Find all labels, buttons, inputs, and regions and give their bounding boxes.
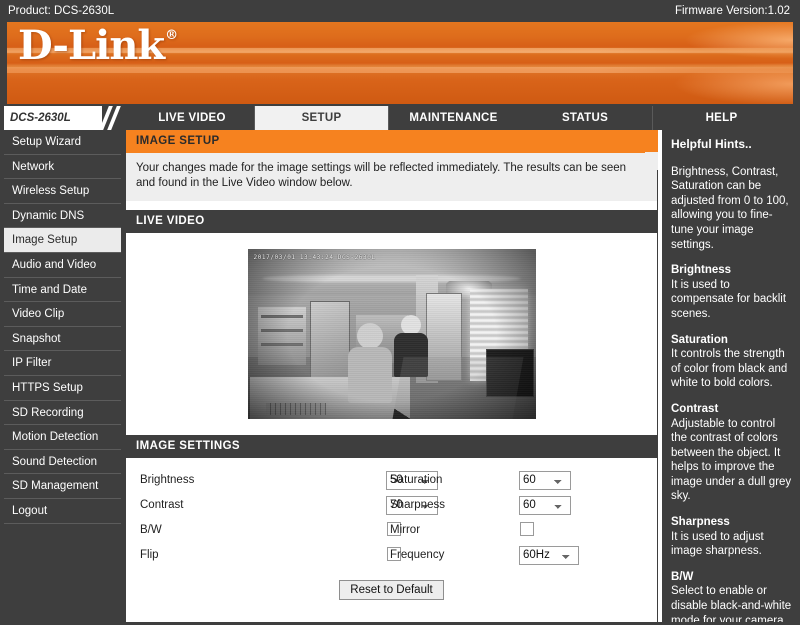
sidebar-item-network[interactable]: Network bbox=[4, 154, 121, 180]
model-badge: DCS-2630L bbox=[4, 106, 102, 130]
hint-contrast-term: Contrast bbox=[671, 402, 719, 415]
banner-flare bbox=[563, 22, 793, 104]
bw-label: B/W bbox=[140, 524, 162, 536]
live-video-stream[interactable]: 2017/03/01 13:43:24 DCS-2630L bbox=[247, 249, 536, 419]
settings-row-flip-frequency: Flip Frequency 60Hz bbox=[126, 545, 657, 570]
flip-label: Flip bbox=[140, 549, 159, 561]
sidebar-item-ip-filter[interactable]: IP Filter bbox=[4, 351, 121, 376]
registered-trademark-icon: ® bbox=[165, 28, 178, 43]
contrast-label: Contrast bbox=[140, 499, 184, 511]
hint-saturation-term: Saturation bbox=[671, 333, 728, 346]
hint-saturation-text: It controls the strength of color from b… bbox=[671, 348, 788, 390]
image-settings-form: Brightness 50 Saturation 60 Contrast 70 … bbox=[126, 458, 657, 600]
hint-saturation: Saturation It controls the strength of c… bbox=[671, 333, 792, 391]
live-video-container: 2017/03/01 13:43:24 DCS-2630L bbox=[126, 233, 657, 435]
sidebar-item-wireless-setup[interactable]: Wireless Setup bbox=[4, 179, 121, 204]
tab-setup[interactable]: SETUP bbox=[255, 106, 388, 130]
slash-decoration-icon bbox=[102, 106, 128, 130]
hints-grey-accent bbox=[645, 152, 658, 170]
hint-contrast: Contrast Adjustable to control the contr… bbox=[671, 402, 792, 504]
firmware-version-label: Firmware Version:1.02 bbox=[674, 5, 790, 17]
sidebar-item-time-and-date[interactable]: Time and Date bbox=[4, 277, 121, 303]
dlink-logo: D-Link® bbox=[18, 22, 178, 69]
main-content-panel: IMAGE SETUP Your changes made for the im… bbox=[126, 130, 657, 622]
saturation-control: 60 bbox=[519, 470, 571, 490]
reset-to-default-button[interactable]: Reset to Default bbox=[339, 580, 444, 600]
sidebar-item-https-setup[interactable]: HTTPS Setup bbox=[4, 375, 121, 401]
sidebar-item-motion-detection[interactable]: Motion Detection bbox=[4, 425, 121, 450]
sidebar-item-image-setup[interactable]: Image Setup bbox=[4, 228, 121, 253]
brightness-label: Brightness bbox=[140, 474, 195, 486]
sidebar-menu: Setup Wizard Network Wireless Setup Dyna… bbox=[4, 130, 121, 622]
video-vignette-overlay bbox=[247, 249, 536, 419]
hint-brightness: Brightness It is used to compensate for … bbox=[671, 263, 792, 321]
product-model-label: Product: DCS-2630L bbox=[8, 5, 115, 17]
tab-live-video[interactable]: LIVE VIDEO bbox=[130, 106, 255, 130]
content-spacer-1 bbox=[126, 201, 657, 210]
image-settings-section-title: IMAGE SETTINGS bbox=[126, 435, 657, 458]
sidebar-item-dynamic-dns[interactable]: Dynamic DNS bbox=[4, 203, 121, 229]
hint-bw-term: B/W bbox=[671, 570, 694, 583]
sidebar-item-setup-wizard[interactable]: Setup Wizard bbox=[4, 130, 121, 155]
hint-sharpness-term: Sharpness bbox=[671, 516, 730, 529]
settings-row-brightness-saturation: Brightness 50 Saturation 60 bbox=[126, 470, 657, 495]
hint-brightness-text: It is used to compensate for backlit sce… bbox=[671, 278, 787, 320]
hint-brightness-term: Brightness bbox=[671, 264, 732, 277]
frequency-select[interactable]: 60Hz bbox=[519, 545, 579, 565]
sharpness-select[interactable]: 60 bbox=[519, 495, 571, 515]
frequency-control: 60Hz bbox=[519, 545, 579, 565]
helpful-hints-panel: Helpful Hints.. Brightness, Contrast, Sa… bbox=[662, 130, 800, 622]
page-description: Your changes made for the image settings… bbox=[126, 153, 657, 201]
settings-row-bw-mirror: B/W Mirror bbox=[126, 520, 657, 545]
product-info-bar: Product: DCS-2630L Firmware Version:1.02 bbox=[0, 0, 800, 22]
hint-sharpness: Sharpness It is used to adjust image sha… bbox=[671, 515, 792, 559]
saturation-select[interactable]: 60 bbox=[519, 470, 571, 490]
sidebar-item-sound-detection[interactable]: Sound Detection bbox=[4, 449, 121, 475]
tab-status[interactable]: STATUS bbox=[518, 106, 653, 130]
hint-sharpness-text: It is used to adjust image sharpness. bbox=[671, 530, 764, 558]
sidebar-item-logout[interactable]: Logout bbox=[4, 498, 121, 524]
hint-contrast-text: Adjustable to control the contrast of co… bbox=[671, 417, 792, 503]
dlink-logo-text: D-Link bbox=[18, 22, 165, 69]
live-video-section-title: LIVE VIDEO bbox=[126, 210, 657, 233]
frequency-label: Frequency bbox=[390, 549, 445, 561]
nav-tab-list: LIVE VIDEO SETUP MAINTENANCE STATUS HELP bbox=[130, 106, 790, 130]
main-navigation-bar: DCS-2630L LIVE VIDEO SETUP MAINTENANCE S… bbox=[0, 106, 800, 130]
sidebar-item-audio-and-video[interactable]: Audio and Video bbox=[4, 252, 121, 278]
video-timestamp-overlay: 2017/03/01 13:43:24 DCS-2630L bbox=[253, 254, 376, 261]
settings-row-contrast-sharpness: Contrast 70 Sharpness 60 bbox=[126, 495, 657, 520]
tab-help[interactable]: HELP bbox=[653, 106, 790, 130]
sidebar-item-video-clip[interactable]: Video Clip bbox=[4, 302, 121, 327]
hints-title: Helpful Hints.. bbox=[671, 137, 752, 151]
settings-button-row: Reset to Default bbox=[126, 570, 657, 600]
hints-intro: Brightness, Contrast, Saturation can be … bbox=[671, 165, 789, 251]
mirror-label: Mirror bbox=[390, 524, 421, 536]
sidebar-item-snapshot[interactable]: Snapshot bbox=[4, 326, 121, 352]
tab-maintenance[interactable]: MAINTENANCE bbox=[388, 106, 518, 130]
mirror-control bbox=[519, 520, 534, 541]
saturation-label: Saturation bbox=[390, 474, 443, 486]
hints-orange-accent bbox=[645, 130, 658, 152]
hint-bw: B/W Select to enable or disable black-an… bbox=[671, 570, 792, 622]
sharpness-control: 60 bbox=[519, 495, 571, 515]
dlink-camera-setup-page: Product: DCS-2630L Firmware Version:1.02… bbox=[0, 0, 800, 625]
sharpness-label: Sharpness bbox=[390, 499, 445, 511]
page-title: IMAGE SETUP bbox=[126, 130, 657, 153]
mirror-checkbox[interactable] bbox=[520, 522, 534, 536]
sidebar-item-sd-management[interactable]: SD Management bbox=[4, 474, 121, 499]
hint-bw-text: Select to enable or disable black-and-wh… bbox=[671, 585, 792, 622]
sidebar-item-sd-recording[interactable]: SD Recording bbox=[4, 400, 121, 426]
